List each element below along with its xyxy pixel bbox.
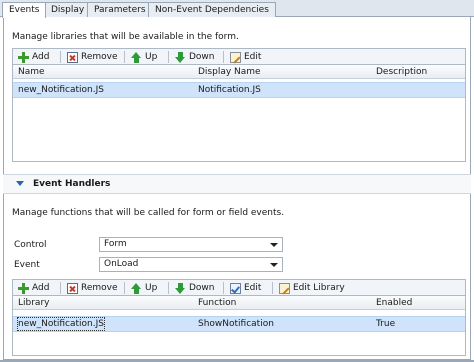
toolbar-separator xyxy=(124,282,125,294)
column-header-library[interactable]: Library xyxy=(18,296,49,310)
handlers-grid: Library Function Enabled new_Notificatio… xyxy=(12,296,466,356)
event-label: Event xyxy=(14,260,40,270)
handlers-edit-library-label: Edit Library xyxy=(293,283,345,293)
toolbar-separator xyxy=(272,282,273,294)
handlers-edit-button[interactable]: Edit xyxy=(228,281,263,295)
libraries-toolbar: Add Remove Up Down Edit xyxy=(12,48,466,65)
table-row[interactable]: new_Notification.JS ShowNotification Tru… xyxy=(13,316,465,332)
add-icon xyxy=(18,51,29,63)
handlers-down-button[interactable]: Down xyxy=(173,281,217,295)
chevron-down-icon xyxy=(16,181,24,186)
event-handlers-section-header[interactable]: Event Handlers xyxy=(3,174,471,194)
handlers-remove-label: Remove xyxy=(81,283,118,293)
down-arrow-icon xyxy=(175,282,186,294)
column-header-name[interactable]: Name xyxy=(18,65,45,79)
column-header-function[interactable]: Function xyxy=(198,296,236,310)
libraries-remove-button[interactable]: Remove xyxy=(65,50,120,64)
handlers-add-label: Add xyxy=(32,283,50,293)
libraries-add-label: Add xyxy=(32,52,50,62)
dropdown-arrow-icon xyxy=(270,263,278,267)
handlers-edit-library-button[interactable]: Edit Library xyxy=(277,281,347,295)
handlers-toolbar: Add Remove Up Down Edit Edit Library xyxy=(12,279,466,296)
handlers-edit-label: Edit xyxy=(244,283,262,293)
toolbar-separator xyxy=(60,51,61,63)
libraries-grid: Name Display Name Description new_Notifi… xyxy=(12,65,466,162)
column-header-enabled[interactable]: Enabled xyxy=(376,296,412,310)
tab-bar: Events Display Parameters Non-Event Depe… xyxy=(0,0,474,18)
control-label: Control xyxy=(14,240,47,250)
remove-icon xyxy=(67,282,78,294)
handler-function-cell: ShowNotification xyxy=(198,319,274,329)
dropdown-arrow-icon xyxy=(270,243,278,247)
section-title: Event Handlers xyxy=(33,179,111,189)
libraries-add-button[interactable]: Add xyxy=(16,50,51,64)
libraries-description: Manage libraries that will be available … xyxy=(12,32,239,42)
handlers-add-button[interactable]: Add xyxy=(16,281,51,295)
handlers-up-button[interactable]: Up xyxy=(129,281,159,295)
libraries-down-label: Down xyxy=(189,52,215,62)
toolbar-separator xyxy=(60,282,61,294)
libraries-up-button[interactable]: Up xyxy=(129,50,159,64)
add-icon xyxy=(18,282,29,294)
handler-enabled-cell: True xyxy=(376,319,396,329)
edit-icon xyxy=(230,51,241,63)
toolbar-separator xyxy=(223,282,224,294)
table-row[interactable]: new_Notification.JS Notification.JS xyxy=(13,82,465,98)
up-arrow-icon xyxy=(131,51,142,63)
down-arrow-icon xyxy=(175,51,186,63)
control-select[interactable]: Form xyxy=(99,237,283,252)
edit-library-icon xyxy=(279,282,290,294)
library-display-name-cell: Notification.JS xyxy=(198,85,261,95)
libraries-edit-button[interactable]: Edit xyxy=(228,50,263,64)
edit-icon xyxy=(230,282,241,294)
column-header-description[interactable]: Description xyxy=(376,65,427,79)
libraries-remove-label: Remove xyxy=(81,52,118,62)
libraries-down-button[interactable]: Down xyxy=(173,50,217,64)
toolbar-separator xyxy=(124,51,125,63)
tab-display[interactable]: Display xyxy=(44,2,92,17)
libraries-grid-header: Name Display Name Description xyxy=(13,65,465,79)
handler-library-cell: new_Notification.JS xyxy=(17,317,105,331)
handlers-grid-header: Library Function Enabled xyxy=(13,296,465,310)
event-select[interactable]: OnLoad xyxy=(99,257,283,272)
up-arrow-icon xyxy=(131,282,142,294)
toolbar-separator xyxy=(168,282,169,294)
handlers-remove-button[interactable]: Remove xyxy=(65,281,120,295)
libraries-up-label: Up xyxy=(145,52,158,62)
library-name-cell: new_Notification.JS xyxy=(18,85,104,95)
handlers-up-label: Up xyxy=(145,283,158,293)
remove-icon xyxy=(67,51,78,63)
column-header-display-name[interactable]: Display Name xyxy=(198,65,261,79)
toolbar-separator xyxy=(223,51,224,63)
tab-non-event-dependencies[interactable]: Non-Event Dependencies xyxy=(148,2,276,17)
libraries-edit-label: Edit xyxy=(244,52,262,62)
tab-parameters[interactable]: Parameters xyxy=(87,2,153,17)
tab-events[interactable]: Events xyxy=(2,2,47,18)
event-handlers-description: Manage functions that will be called for… xyxy=(12,208,285,218)
handlers-down-label: Down xyxy=(189,283,215,293)
control-select-value: Form xyxy=(104,239,127,249)
event-select-value: OnLoad xyxy=(104,259,139,269)
toolbar-separator xyxy=(168,51,169,63)
